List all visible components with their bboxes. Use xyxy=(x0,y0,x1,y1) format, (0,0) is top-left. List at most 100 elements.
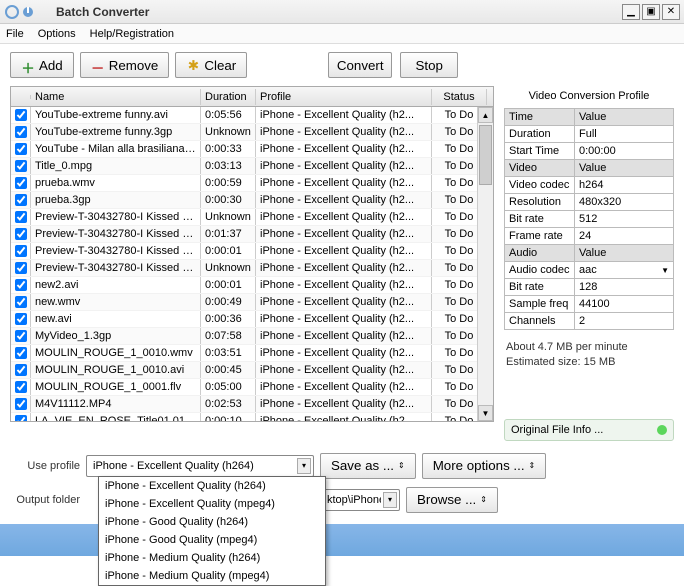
table-row[interactable]: LA_VIE_EN_ROSE_Title01.01...0:00:10iPhon… xyxy=(11,413,493,421)
cell-name: new2.avi xyxy=(31,277,201,293)
table-row[interactable]: MOULIN_ROUGE_1_0001.flv0:05:00iPhone - E… xyxy=(11,379,493,396)
row-checkbox[interactable] xyxy=(15,415,27,421)
row-checkbox[interactable] xyxy=(15,194,27,206)
resolution-value[interactable]: 480x320 xyxy=(575,194,674,211)
row-checkbox[interactable] xyxy=(15,262,27,274)
original-file-info-button[interactable]: Original File Info ... xyxy=(504,419,674,441)
table-row[interactable]: M4V11112.MP40:02:53iPhone - Excellent Qu… xyxy=(11,396,493,413)
cell-name: prueba.3gp xyxy=(31,192,201,208)
table-row[interactable]: Preview-T-30432780-I Kissed a...0:00:01i… xyxy=(11,243,493,260)
cell-profile: iPhone - Excellent Quality (h2... xyxy=(256,277,432,293)
row-checkbox[interactable] xyxy=(15,381,27,393)
header-duration[interactable]: Duration xyxy=(201,89,256,105)
row-checkbox[interactable] xyxy=(15,330,27,342)
side-title: Video Conversion Profile xyxy=(504,86,674,108)
profile-option[interactable]: iPhone - Medium Quality (h264) xyxy=(99,549,325,567)
profile-option[interactable]: iPhone - Good Quality (mpeg4) xyxy=(99,531,325,549)
cell-name: Preview-T-30432780-I Kissed a... xyxy=(31,209,201,225)
table-row[interactable]: MyVideo_1.3gp0:07:58iPhone - Excellent Q… xyxy=(11,328,493,345)
row-checkbox[interactable] xyxy=(15,279,27,291)
row-checkbox[interactable] xyxy=(15,245,27,257)
menu-options[interactable]: Options xyxy=(38,28,76,40)
table-row[interactable]: prueba.3gp0:00:30iPhone - Excellent Qual… xyxy=(11,192,493,209)
use-profile-combo[interactable]: iPhone - Excellent Quality (h264) ▾ xyxy=(86,455,314,477)
table-row[interactable]: Preview-T-30432780-I Kissed a...0:01:37i… xyxy=(11,226,493,243)
start-value[interactable]: 0:00:00 xyxy=(575,143,674,160)
scroll-up-icon[interactable]: ▲ xyxy=(478,107,493,123)
table-row[interactable]: Preview-T-30432780-I Kissed a...Unknowni… xyxy=(11,209,493,226)
scrollbar[interactable]: ▲ ▼ xyxy=(477,107,493,421)
toolbar: ＋Add －Remove ✱Clear Convert Stop xyxy=(0,44,684,86)
row-checkbox[interactable] xyxy=(15,109,27,121)
add-button[interactable]: ＋Add xyxy=(10,52,74,78)
more-options-button[interactable]: More options ...⇕ xyxy=(422,453,547,479)
table-row[interactable]: Title_0.mpg0:03:13iPhone - Excellent Qua… xyxy=(11,158,493,175)
grid-body: YouTube-extreme funny.avi0:05:56iPhone -… xyxy=(11,107,493,421)
row-checkbox[interactable] xyxy=(15,126,27,138)
cell-profile: iPhone - Excellent Quality (h2... xyxy=(256,328,432,344)
table-row[interactable]: new.wmv0:00:49iPhone - Excellent Quality… xyxy=(11,294,493,311)
remove-button[interactable]: －Remove xyxy=(80,52,170,78)
row-checkbox[interactable] xyxy=(15,211,27,223)
abitrate-key: Bit rate xyxy=(505,279,575,296)
close-button[interactable]: ✕ xyxy=(662,4,680,20)
profile-dropdown-list[interactable]: iPhone - Excellent Quality (h264)iPhone … xyxy=(98,476,326,586)
vcodec-value[interactable]: h264 xyxy=(575,177,674,194)
cell-profile: iPhone - Excellent Quality (h2... xyxy=(256,311,432,327)
framerate-value[interactable]: 24 xyxy=(575,228,674,245)
combo-arrow-icon[interactable]: ▾ xyxy=(297,458,311,474)
row-checkbox[interactable] xyxy=(15,160,27,172)
row-checkbox[interactable] xyxy=(15,347,27,359)
row-checkbox[interactable] xyxy=(15,364,27,376)
header-name[interactable]: Name xyxy=(31,89,201,105)
bitrate-value[interactable]: 512 xyxy=(575,211,674,228)
sfreq-value[interactable]: 44100 xyxy=(575,296,674,313)
browse-button[interactable]: Browse ...⇕ xyxy=(406,487,498,513)
table-row[interactable]: YouTube-extreme funny.3gpUnknowniPhone -… xyxy=(11,124,493,141)
scroll-down-icon[interactable]: ▼ xyxy=(478,405,493,421)
clear-button[interactable]: ✱Clear xyxy=(175,52,247,78)
row-checkbox[interactable] xyxy=(15,313,27,325)
row-checkbox[interactable] xyxy=(15,228,27,240)
row-checkbox[interactable] xyxy=(15,177,27,189)
channels-value[interactable]: 2 xyxy=(575,313,674,330)
menu-file[interactable]: File xyxy=(6,28,24,40)
menu-help[interactable]: Help/Registration xyxy=(90,28,174,40)
profile-option[interactable]: iPhone - Excellent Quality (mpeg4) xyxy=(99,495,325,513)
row-checkbox[interactable] xyxy=(15,296,27,308)
bitrate-key: Bit rate xyxy=(505,211,575,228)
table-row[interactable]: Preview-T-30432780-I Kissed a...Unknowni… xyxy=(11,260,493,277)
profile-option[interactable]: iPhone - Good Quality (h264) xyxy=(99,513,325,531)
profile-option[interactable]: iPhone - Medium Quality (mpeg4) xyxy=(99,567,325,585)
cell-name: YouTube-extreme funny.avi xyxy=(31,107,201,123)
header-status[interactable]: Status xyxy=(432,89,487,105)
row-checkbox[interactable] xyxy=(15,143,27,155)
dropdown-arrow-icon[interactable]: ▼ xyxy=(661,266,669,275)
table-row[interactable]: MOULIN_ROUGE_1_0010.wmv0:03:51iPhone - E… xyxy=(11,345,493,362)
table-row[interactable]: new2.avi0:00:01iPhone - Excellent Qualit… xyxy=(11,277,493,294)
cell-duration: 0:03:13 xyxy=(201,158,256,174)
convert-button[interactable]: Convert xyxy=(328,52,392,78)
scroll-thumb[interactable] xyxy=(479,125,492,185)
table-row[interactable]: new.avi0:00:36iPhone - Excellent Quality… xyxy=(11,311,493,328)
combo-arrow-icon[interactable]: ▾ xyxy=(383,492,397,508)
grid-header: Name Duration Profile Status xyxy=(11,87,493,107)
save-as-button[interactable]: Save as ...⇕ xyxy=(320,453,416,479)
profile-option[interactable]: iPhone - Excellent Quality (h264) xyxy=(99,477,325,495)
acodec-value[interactable]: aac▼ xyxy=(575,262,674,279)
table-row[interactable]: prueba.wmv0:00:59iPhone - Excellent Qual… xyxy=(11,175,493,192)
table-row[interactable]: YouTube-extreme funny.avi0:05:56iPhone -… xyxy=(11,107,493,124)
minimize-button[interactable]: ▁ xyxy=(622,4,640,20)
cell-name: Preview-T-30432780-I Kissed a... xyxy=(31,243,201,259)
output-folder-field[interactable]: ktop\iPhone Vide ▾ xyxy=(320,489,400,511)
cell-name: YouTube-extreme funny.3gp xyxy=(31,124,201,140)
table-row[interactable]: YouTube - Milan alla brasilianal...0:00:… xyxy=(11,141,493,158)
duration-value[interactable]: Full xyxy=(575,126,674,143)
row-checkbox[interactable] xyxy=(15,398,27,410)
stop-button[interactable]: Stop xyxy=(400,52,458,78)
maximize-button[interactable]: ▣ xyxy=(642,4,660,20)
table-row[interactable]: MOULIN_ROUGE_1_0010.avi0:00:45iPhone - E… xyxy=(11,362,493,379)
abitrate-value[interactable]: 128 xyxy=(575,279,674,296)
header-profile[interactable]: Profile xyxy=(256,89,432,105)
cell-name: M4V11112.MP4 xyxy=(31,396,201,412)
